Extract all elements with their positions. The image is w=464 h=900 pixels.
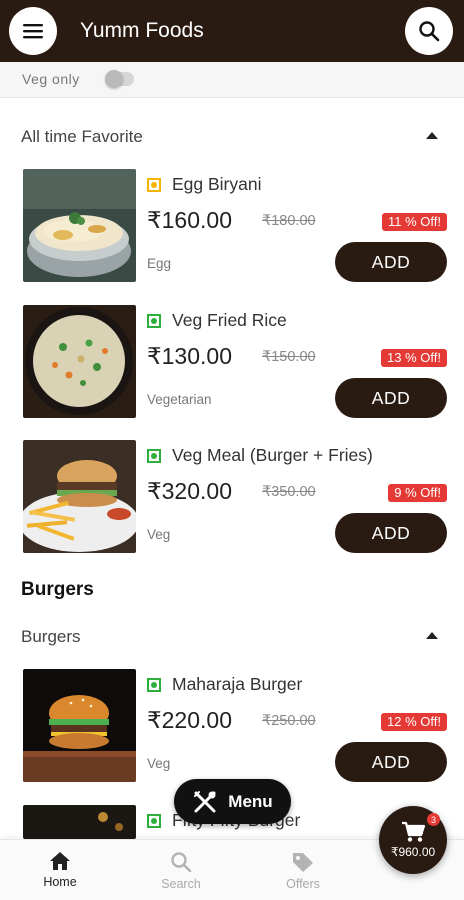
menu-fab-button[interactable]: Menu [174, 779, 291, 824]
nav-home[interactable]: Home [15, 851, 105, 889]
discount-badge: 13 % Off! [381, 349, 447, 367]
collapse-caret-icon[interactable] [426, 132, 438, 139]
item-name: Veg Meal (Burger + Fries) [172, 445, 373, 465]
item-image [23, 305, 136, 418]
add-button[interactable]: ADD [335, 378, 447, 418]
section-title: All time Favorite [21, 127, 143, 146]
egg-indicator-icon [147, 178, 161, 192]
nav-search[interactable]: Search [136, 851, 226, 891]
nav-offers[interactable]: Offers [258, 851, 348, 891]
discount-badge: 11 % Off! [382, 213, 447, 231]
menu-item: Veg Fried Rice ₹130.00 ₹150.00 13 % Off!… [0, 305, 464, 419]
item-original-price: ₹150.00 [262, 349, 316, 365]
hamburger-icon [23, 24, 43, 39]
toggle-knob [105, 70, 123, 88]
veg-indicator-icon [147, 814, 161, 828]
item-image [23, 669, 136, 782]
item-price: ₹160.00 [147, 207, 232, 233]
item-name: Egg Biryani [172, 174, 262, 194]
item-original-price: ₹180.00 [262, 213, 316, 229]
item-diet-tag: Egg [147, 256, 172, 271]
add-button[interactable]: ADD [335, 513, 447, 553]
collapse-caret-icon[interactable] [426, 632, 438, 639]
cart-button[interactable]: ₹960.00 3 [379, 806, 447, 874]
item-price: ₹220.00 [147, 707, 232, 733]
veg-only-toggle[interactable] [105, 70, 134, 88]
item-original-price: ₹250.00 [262, 713, 316, 729]
cart-count-badge: 3 [427, 813, 440, 826]
nav-label: Search [161, 877, 201, 891]
category-title: Burgers [21, 579, 94, 600]
item-name: Maharaja Burger [172, 674, 303, 694]
menu-toggle-button[interactable] [9, 7, 57, 55]
item-image [23, 805, 136, 839]
item-diet-tag: Vegetarian [147, 392, 212, 407]
item-image [23, 440, 136, 553]
item-price: ₹130.00 [147, 343, 232, 369]
item-diet-tag: Veg [147, 756, 171, 771]
section-header-burgers[interactable]: Burgers [0, 622, 464, 652]
nav-label: Offers [286, 877, 320, 891]
add-button[interactable]: ADD [335, 742, 447, 782]
veg-only-label: Veg only [22, 71, 80, 87]
cart-icon [402, 821, 425, 842]
cart-total: ₹960.00 [390, 845, 436, 859]
item-original-price: ₹350.00 [262, 484, 316, 500]
search-icon [419, 21, 440, 42]
app-title: Yumm Foods [80, 19, 204, 42]
item-price: ₹320.00 [147, 478, 232, 504]
veg-indicator-icon [147, 314, 161, 328]
home-icon [50, 852, 70, 870]
search-button[interactable] [405, 7, 453, 55]
veg-indicator-icon [147, 678, 161, 692]
item-name: Veg Fried Rice [172, 310, 287, 330]
nav-label: Home [43, 875, 77, 889]
item-image [23, 169, 136, 282]
section-header-favorites[interactable]: All time Favorite [0, 122, 464, 152]
add-button[interactable]: ADD [335, 242, 447, 282]
tag-icon [293, 853, 313, 872]
menu-item: Veg Meal (Burger + Fries) ₹320.00 ₹350.0… [0, 440, 464, 554]
menu-item: Egg Biryani ₹160.00 ₹180.00 11 % Off! Eg… [0, 169, 464, 283]
item-diet-tag: Veg [147, 527, 171, 542]
search-icon [171, 852, 192, 873]
app-bar: Yumm Foods [0, 0, 464, 62]
discount-badge: 9 % Off! [388, 484, 447, 502]
section-title: Burgers [21, 627, 81, 646]
menu-item: Maharaja Burger ₹220.00 ₹250.00 12 % Off… [0, 669, 464, 783]
cutlery-icon [194, 790, 216, 812]
veg-filter-bar: Veg only [0, 62, 464, 98]
discount-badge: 12 % Off! [381, 713, 447, 731]
menu-fab-label: Menu [228, 791, 273, 811]
veg-indicator-icon [147, 449, 161, 463]
